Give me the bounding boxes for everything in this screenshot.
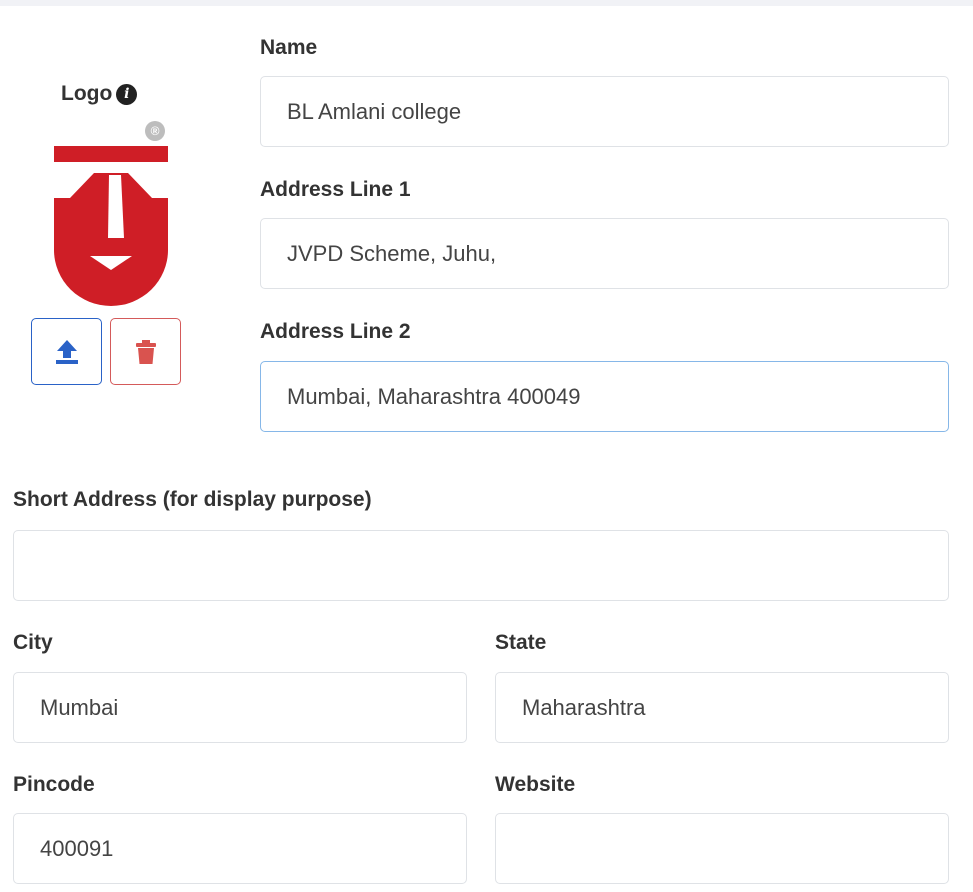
registered-mark: ® [145, 121, 165, 141]
state-label: State [495, 631, 547, 654]
address-line-1-label: Address Line 1 [260, 178, 411, 201]
name-input[interactable] [260, 76, 949, 147]
address-line-2-input[interactable] [260, 361, 949, 432]
address-line-2-label: Address Line 2 [260, 320, 411, 343]
address-line-1-input[interactable] [260, 218, 949, 289]
top-bar [0, 0, 973, 6]
short-address-input[interactable] [13, 530, 949, 601]
info-circle-icon[interactable]: i [116, 83, 138, 105]
short-address-label: Short Address (for display purpose) [13, 488, 372, 511]
pincode-label: Pincode [13, 773, 95, 796]
website-input[interactable] [495, 813, 949, 884]
website-label: Website [495, 773, 576, 796]
name-label: Name [260, 36, 318, 59]
delete-logo-button[interactable] [110, 318, 181, 385]
city-input[interactable] [13, 672, 467, 743]
logo-label: Logo [61, 82, 113, 105]
upload-logo-button[interactable] [31, 318, 102, 385]
pincode-input[interactable] [13, 813, 467, 884]
logo-label-group: Logo i [61, 82, 138, 106]
city-label: City [13, 631, 53, 654]
upload-icon [55, 339, 78, 364]
college-logo-image [54, 146, 168, 306]
state-input[interactable] [495, 672, 949, 743]
trash-icon [135, 339, 156, 364]
